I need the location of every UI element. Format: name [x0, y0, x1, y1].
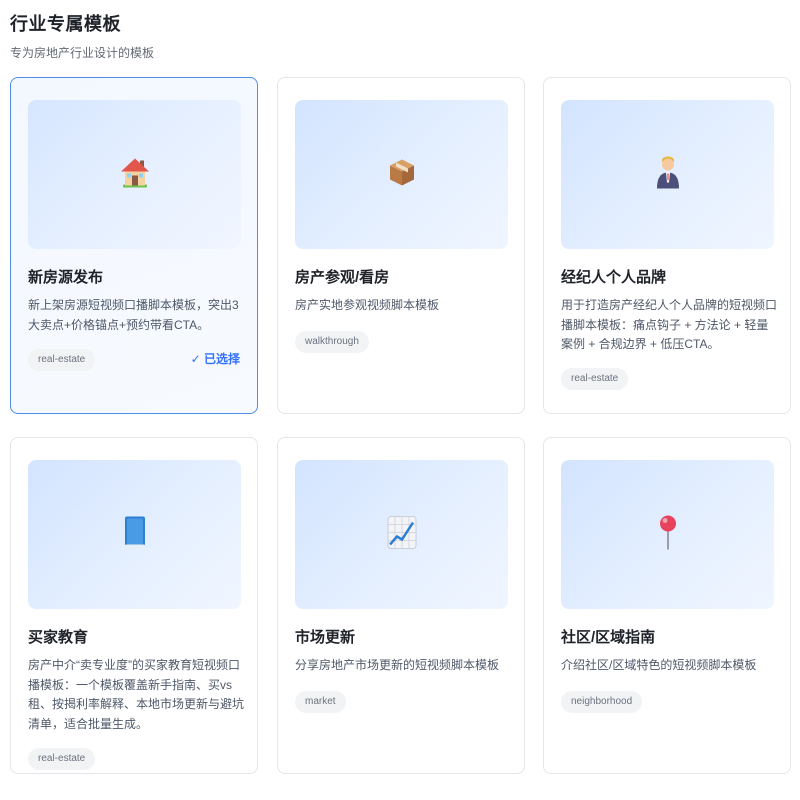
tag-badge: real-estate	[28, 349, 96, 371]
card-thumbnail	[295, 460, 508, 609]
card-thumbnail	[28, 460, 241, 609]
template-grid: 新房源发布 新上架房源短视频口播脚本模板，突出3大卖点+价格锚点+预约带看CTA…	[10, 77, 792, 795]
book-icon	[123, 515, 147, 554]
pushpin-icon	[658, 514, 678, 555]
template-card-new-listing[interactable]: 新房源发布 新上架房源短视频口播脚本模板，突出3大卖点+价格锚点+预约带看CTA…	[10, 77, 258, 414]
package-icon	[389, 158, 415, 191]
tag-badge: market	[295, 691, 346, 713]
card-thumbnail	[561, 100, 774, 249]
selected-indicator: ✓ 已选择	[190, 352, 240, 366]
tag-badge: real-estate	[561, 368, 629, 390]
template-card-market-update[interactable]: 市场更新 分享房地产市场更新的短视频脚本模板 market	[277, 437, 525, 774]
template-card-buyer-education[interactable]: 买家教育 房产中介“卖专业度”的买家教育短视频口播模板：一个模板覆盖新手指南、买…	[10, 437, 258, 774]
page-subtitle: 专为房地产行业设计的模板	[10, 46, 155, 60]
card-description: 房产中介“卖专业度”的买家教育短视频口播模板：一个模板覆盖新手指南、买vs租、按…	[28, 658, 245, 731]
card-title: 买家教育	[28, 629, 89, 646]
card-thumbnail	[28, 100, 241, 249]
card-description: 用于打造房产经纪人个人品牌的短视频口播脚本模板：痛点钩子 + 方法论 + 轻量案…	[561, 298, 778, 351]
card-thumbnail	[295, 100, 508, 249]
template-card-neighborhood-guide[interactable]: 社区/区域指南 介绍社区/区域特色的短视频脚本模板 neighborhood	[543, 437, 791, 774]
chart-increasing-icon	[387, 515, 417, 554]
house-icon	[120, 156, 150, 193]
card-description: 介绍社区/区域特色的短视频脚本模板	[561, 658, 757, 672]
card-description: 分享房地产市场更新的短视频脚本模板	[295, 658, 500, 672]
card-title: 社区/区域指南	[561, 629, 656, 646]
card-description: 新上架房源短视频口播脚本模板，突出3大卖点+价格锚点+预约带看CTA。	[28, 298, 239, 332]
tag-badge: real-estate	[28, 748, 96, 770]
tag-badge: walkthrough	[295, 331, 369, 353]
tag-badge: neighborhood	[561, 691, 643, 713]
page-title: 行业专属模板	[10, 14, 121, 34]
card-title: 房产参观/看房	[295, 269, 390, 286]
card-title: 经纪人个人品牌	[561, 269, 667, 286]
person-icon	[655, 154, 681, 195]
template-card-property-tour[interactable]: 房产参观/看房 房产实地参观视频脚本模板 walkthrough	[277, 77, 525, 414]
card-title: 新房源发布	[28, 269, 104, 286]
template-card-agent-brand[interactable]: 经纪人个人品牌 用于打造房产经纪人个人品牌的短视频口播脚本模板：痛点钩子 + 方…	[543, 77, 791, 414]
card-description: 房产实地参观视频脚本模板	[295, 298, 440, 312]
card-title: 市场更新	[295, 629, 356, 646]
card-thumbnail	[561, 460, 774, 609]
